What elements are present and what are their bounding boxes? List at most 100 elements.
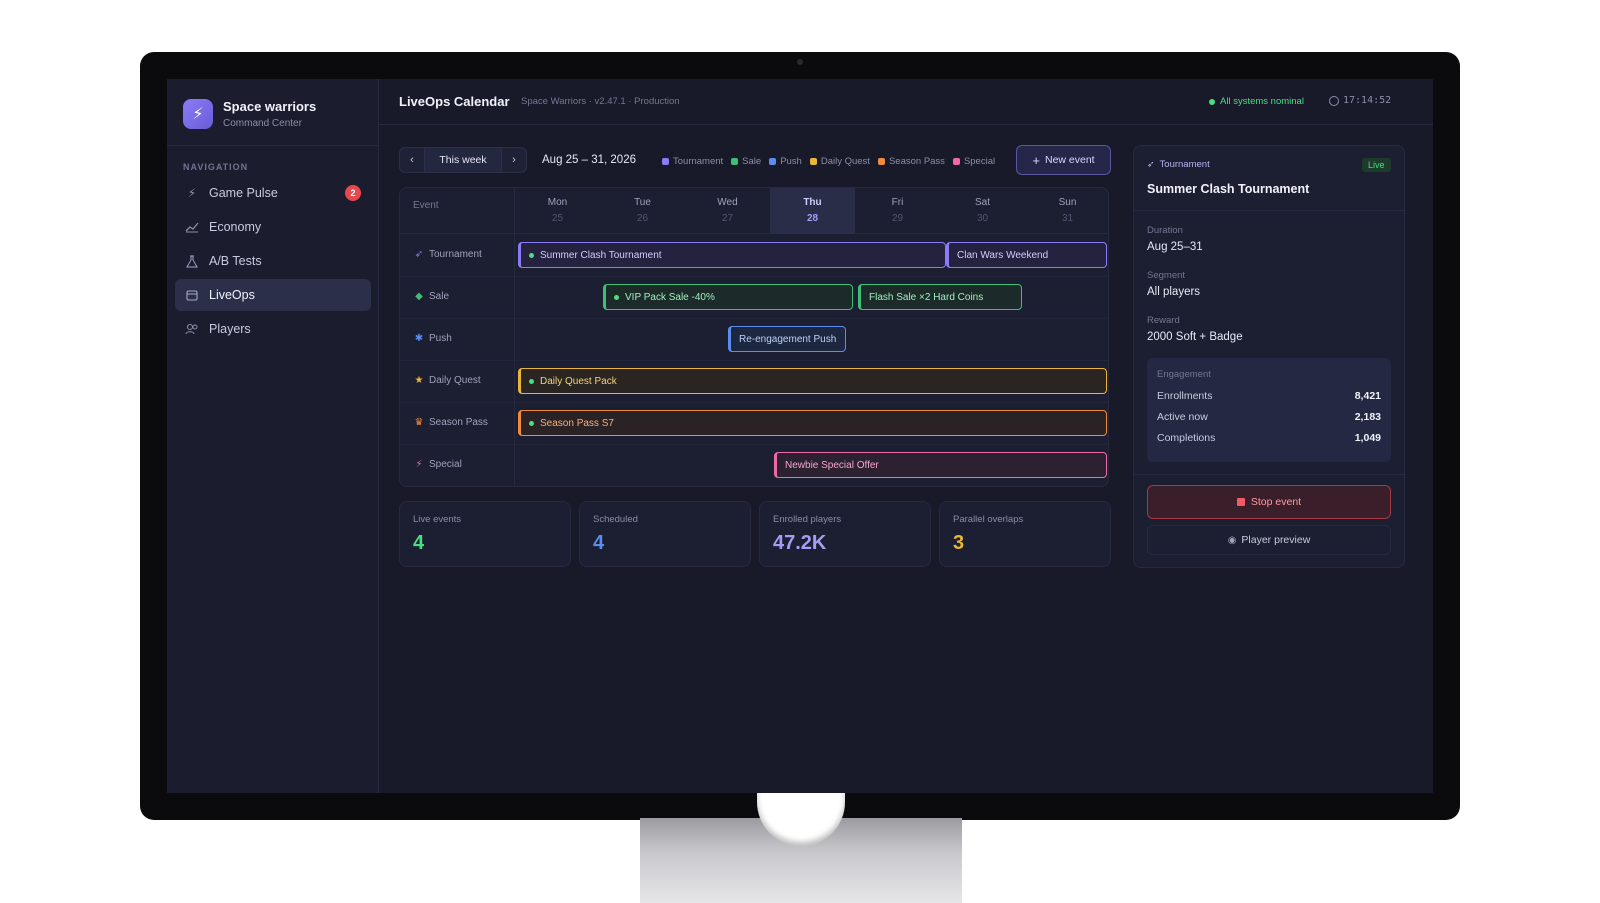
app-screen: ⚡ Space warriors Command Center NAVIGATI… xyxy=(167,79,1433,793)
live-dot-icon xyxy=(614,294,619,300)
day-column-thu-today[interactable]: Thu 28 xyxy=(770,188,855,234)
calendar-header: Event Mon 25 Tue 26 Wed 27 Thu 28 Fri 29 Sat 3… xyxy=(400,188,1108,234)
chevron-left-icon: ‹ xyxy=(410,154,414,166)
sidebar-item-liveops[interactable]: LiveOps xyxy=(175,279,371,311)
stat-label: Live events xyxy=(413,514,462,525)
legend-label: Tournament xyxy=(673,156,724,167)
day-number: 30 xyxy=(976,213,989,224)
stat-value: 3 xyxy=(953,532,965,554)
legend-swatch xyxy=(662,158,669,165)
status-dot-icon xyxy=(1209,98,1215,105)
reward-value: 2000 Soft + Badge xyxy=(1147,331,1243,343)
engagement-row: Active now 2,183 xyxy=(1157,411,1381,423)
event-flash-sale[interactable]: Flash Sale ×2 Hard Coins xyxy=(858,284,1022,310)
prev-week-button[interactable]: ‹ xyxy=(399,147,425,173)
day-number: 27 xyxy=(721,213,734,224)
divider xyxy=(400,444,1108,445)
day-name: Sun xyxy=(1058,197,1077,208)
sidebar-item-ab-tests[interactable]: A/B Tests xyxy=(175,245,371,277)
legend-label: Push xyxy=(780,156,802,167)
day-name: Fri xyxy=(891,197,904,208)
engagement-row: Completions 1,049 xyxy=(1157,432,1381,444)
sidebar-item-label: Game Pulse xyxy=(209,186,278,200)
legend: Tournament Sale Push Daily Quest Season … xyxy=(662,156,1003,167)
player-preview-label: Player preview xyxy=(1241,534,1311,546)
row-label-special: ⚡ Special xyxy=(413,459,461,470)
new-event-label: New event xyxy=(1044,154,1095,166)
day-column-fri[interactable]: Fri 29 xyxy=(855,188,940,234)
row-label-push: ✱ Push xyxy=(413,333,452,344)
detail-type: ➶ Tournament xyxy=(1147,159,1210,170)
sidebar-item-game-pulse[interactable]: ⚡ Game Pulse 2 xyxy=(175,177,371,209)
detail-title: Summer Clash Tournament xyxy=(1147,182,1310,196)
engagement-value: 2,183 xyxy=(1354,411,1381,423)
page-header: LiveOps Calendar Space Warriors · v2.47.… xyxy=(379,79,1433,125)
legend-swatch xyxy=(952,158,960,165)
new-event-button[interactable]: + New event xyxy=(1016,145,1111,175)
event-label: VIP Pack Sale -40% xyxy=(625,291,715,303)
row-label-sale: ◆ Sale xyxy=(413,291,449,302)
day-column-mon[interactable]: Mon 25 xyxy=(515,188,600,234)
legend-swatch xyxy=(809,158,817,165)
stop-event-label: Stop event xyxy=(1250,496,1302,508)
event-newbie-special-offer[interactable]: Newbie Special Offer xyxy=(774,452,1107,478)
day-name: Wed xyxy=(717,197,738,208)
event-vip-pack-sale[interactable]: VIP Pack Sale -40% xyxy=(603,284,853,310)
engagement-label: Enrollments xyxy=(1157,390,1213,402)
event-label: Season Pass S7 xyxy=(540,417,614,429)
brand-title: Space warriors xyxy=(223,99,317,114)
legend-swatch xyxy=(769,158,777,165)
day-column-tue[interactable]: Tue 26 xyxy=(600,188,685,234)
clock-icon xyxy=(1329,95,1339,106)
legend-swatch xyxy=(731,158,739,165)
tag-icon: ◆ xyxy=(415,291,423,302)
row-label-text: Sale xyxy=(429,291,450,302)
stop-icon xyxy=(1236,498,1245,506)
sidebar: ⚡ Space warriors Command Center NAVIGATI… xyxy=(167,79,379,793)
brand[interactable]: ⚡ Space warriors Command Center xyxy=(183,99,316,129)
event-re-engagement-push[interactable]: Re-engagement Push xyxy=(728,326,846,352)
engagement-label: Completions xyxy=(1157,432,1216,444)
event-clan-wars-weekend[interactable]: Clan Wars Weekend xyxy=(946,242,1107,268)
legend-label: Daily Quest xyxy=(820,156,870,167)
day-column-sat[interactable]: Sat 30 xyxy=(940,188,1025,234)
chart-line-icon xyxy=(185,220,199,234)
sidebar-item-players[interactable]: Players xyxy=(175,313,371,345)
this-week-button[interactable]: This week xyxy=(425,147,501,173)
next-week-button[interactable]: › xyxy=(501,147,527,173)
event-label: Re-engagement Push xyxy=(739,333,837,345)
status-badge: Live xyxy=(1362,158,1391,172)
sidebar-item-economy[interactable]: Economy xyxy=(175,211,371,243)
divider xyxy=(1134,210,1406,211)
bolt-icon: ⚡ xyxy=(415,459,423,470)
event-summer-clash-tournament[interactable]: Summer Clash Tournament xyxy=(518,242,946,268)
day-column-sun[interactable]: Sun 31 xyxy=(1025,188,1108,234)
player-preview-button[interactable]: ◉ Player preview xyxy=(1147,525,1391,555)
event-season-pass-s7[interactable]: Season Pass S7 xyxy=(518,410,1107,436)
event-column-header: Event xyxy=(413,200,439,211)
live-dot-icon xyxy=(529,378,534,384)
field-label: Duration xyxy=(1147,225,1183,236)
plus-icon: + xyxy=(1032,152,1040,168)
day-column-wed[interactable]: Wed 27 xyxy=(685,188,770,234)
divider xyxy=(400,402,1108,403)
legend-item-season-pass: Season Pass xyxy=(877,156,945,167)
chevron-right-icon: › xyxy=(512,154,516,166)
legend-swatch xyxy=(877,158,885,165)
legend-label: Sale xyxy=(742,156,762,167)
stat-card-enrolled-players: Enrolled players 47.2K xyxy=(759,501,931,567)
day-number: 25 xyxy=(551,213,564,224)
event-daily-quest-pack[interactable]: Daily Quest Pack xyxy=(518,368,1107,394)
stat-card-live-events: Live events 4 xyxy=(399,501,571,567)
legend-item-sale: Sale xyxy=(731,156,761,167)
day-number: 31 xyxy=(1061,213,1074,224)
row-label-tournament: ➶ Tournament xyxy=(413,249,482,260)
flask-icon xyxy=(185,254,199,268)
stop-event-button[interactable]: Stop event xyxy=(1147,485,1391,519)
engagement-value: 1,049 xyxy=(1354,432,1381,444)
calendar-icon xyxy=(185,288,199,302)
duration-value: Aug 25–31 xyxy=(1147,241,1203,253)
event-label: Flash Sale ×2 Hard Coins xyxy=(869,291,984,303)
brand-subtitle: Command Center xyxy=(223,118,302,129)
event-detail-panel: ➶ Tournament Live Summer Clash Tournament… xyxy=(1133,145,1406,568)
